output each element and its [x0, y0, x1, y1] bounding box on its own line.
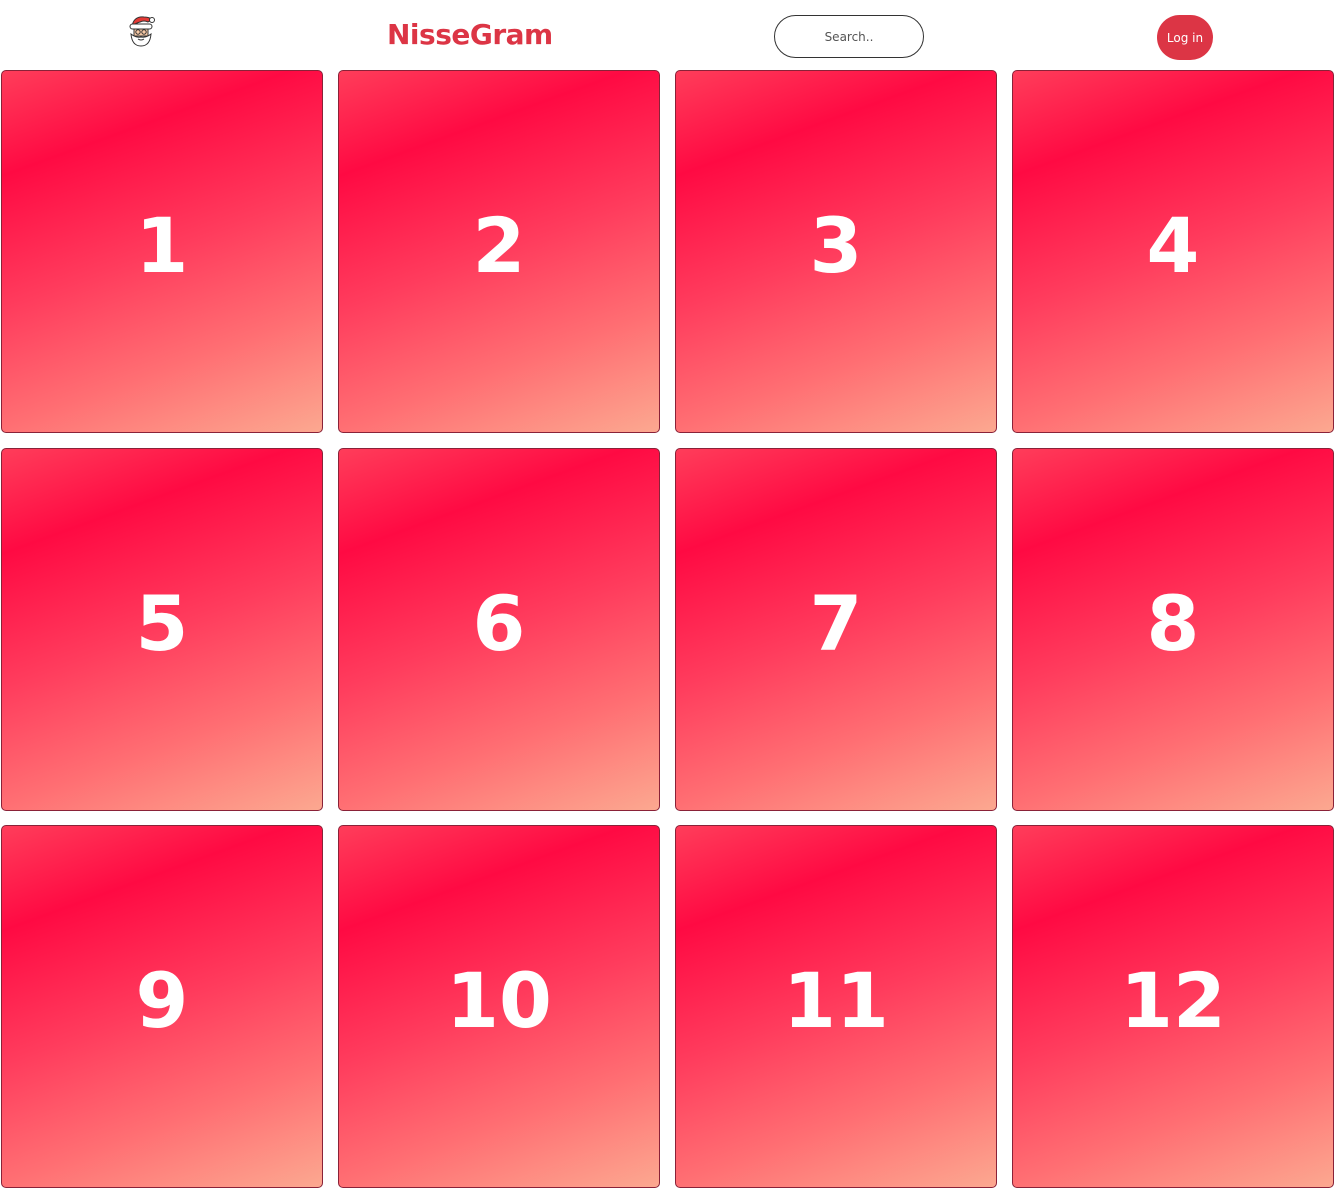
- calendar-door-4[interactable]: 4: [1012, 70, 1334, 433]
- search-input[interactable]: [774, 15, 924, 58]
- calendar-door-10[interactable]: 10: [338, 825, 660, 1188]
- login-button[interactable]: Log in: [1157, 15, 1213, 60]
- door-number: 11: [783, 955, 889, 1045]
- calendar-door-2[interactable]: 2: [338, 70, 660, 433]
- calendar-door-8[interactable]: 8: [1012, 448, 1334, 811]
- calendar-door-9[interactable]: 9: [1, 825, 323, 1188]
- door-number: 12: [1120, 955, 1226, 1045]
- calendar-door-1[interactable]: 1: [1, 70, 323, 433]
- door-number: 9: [135, 955, 189, 1045]
- calendar-door-3[interactable]: 3: [675, 70, 997, 433]
- calendar-door-6[interactable]: 6: [338, 448, 660, 811]
- door-number: 8: [1146, 578, 1200, 668]
- calendar-door-5[interactable]: 5: [1, 448, 323, 811]
- door-number: 6: [472, 578, 526, 668]
- brand-title[interactable]: NisseGram: [387, 17, 553, 53]
- top-navbar: NisseGram Log in: [0, 0, 1339, 70]
- door-number: 3: [809, 200, 863, 290]
- door-number: 1: [135, 200, 189, 290]
- door-number: 10: [446, 955, 552, 1045]
- calendar-door-11[interactable]: 11: [675, 825, 997, 1188]
- calendar-door-7[interactable]: 7: [675, 448, 997, 811]
- door-number: 4: [1146, 200, 1200, 290]
- santa-icon[interactable]: [126, 14, 156, 48]
- door-number: 7: [809, 578, 863, 668]
- door-number: 2: [472, 200, 526, 290]
- calendar-door-12[interactable]: 12: [1012, 825, 1334, 1188]
- door-number: 5: [135, 578, 189, 668]
